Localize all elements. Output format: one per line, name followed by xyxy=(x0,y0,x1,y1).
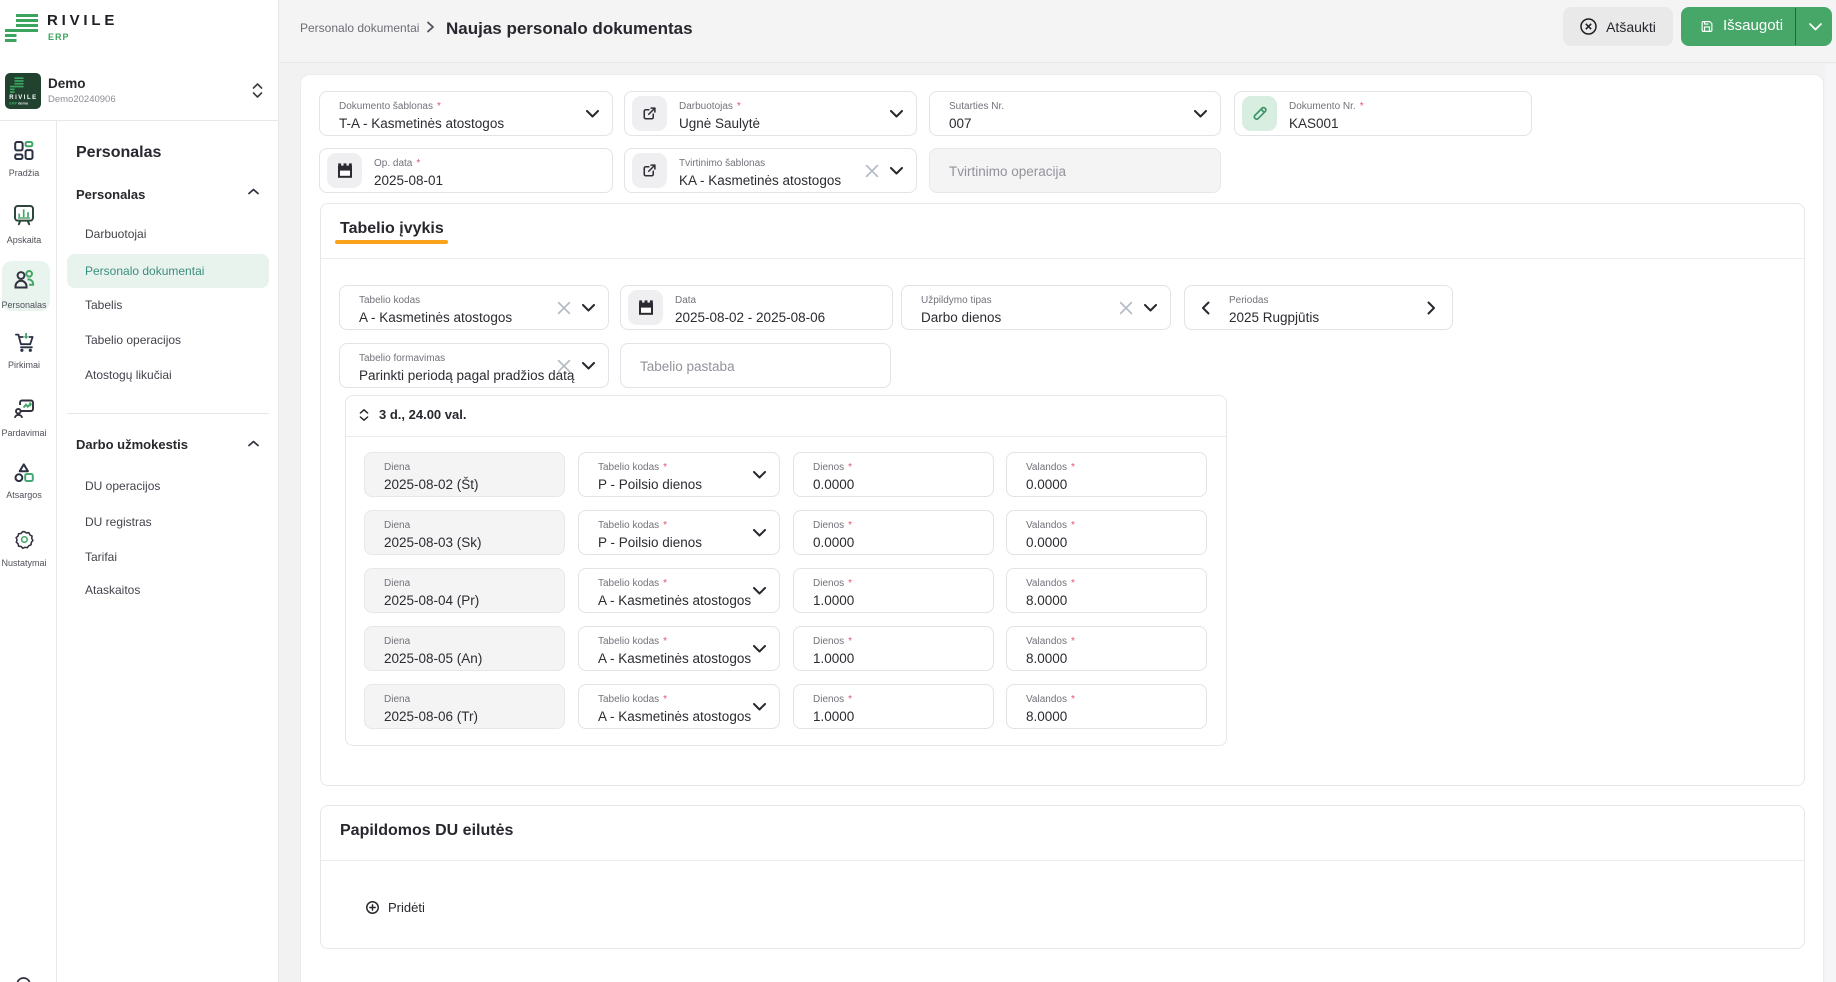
svg-text:RIVILE: RIVILE xyxy=(9,95,37,101)
svg-text:ERP demo: ERP demo xyxy=(9,102,29,106)
